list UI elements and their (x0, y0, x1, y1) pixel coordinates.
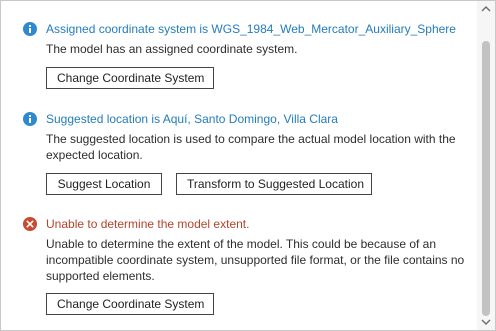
scroll-up-arrow-icon[interactable] (481, 5, 491, 13)
suggested-location-actions: Suggest Location Transform to Suggested … (46, 173, 372, 195)
coordinate-system-description: The model has an assigned coordinate sys… (46, 42, 298, 56)
validation-panel: Assigned coordinate system is WGS_1984_W… (0, 0, 496, 331)
transform-to-suggested-location-button[interactable]: Transform to Suggested Location (176, 173, 372, 195)
error-icon (23, 217, 37, 231)
scroll-down-arrow-icon[interactable] (481, 318, 491, 326)
coordinate-system-actions: Change Coordinate System (46, 67, 214, 89)
change-coordinate-system-button[interactable]: Change Coordinate System (46, 293, 214, 315)
scrollbar-thumb[interactable] (482, 41, 490, 316)
model-extent-actions: Change Coordinate System (46, 293, 214, 315)
panel-content: Assigned coordinate system is WGS_1984_W… (1, 1, 477, 330)
info-icon (23, 22, 37, 36)
model-extent-title: Unable to determine the model extent. (46, 217, 250, 231)
vertical-scrollbar[interactable] (477, 1, 495, 330)
change-coordinate-system-button[interactable]: Change Coordinate System (46, 67, 214, 89)
model-extent-description: Unable to determine the extent of the mo… (46, 237, 465, 283)
suggest-location-button[interactable]: Suggest Location (46, 173, 162, 195)
suggested-location-title: Suggested location is Aquí, Santo Doming… (46, 112, 338, 126)
info-icon (23, 112, 37, 126)
suggested-location-description: The suggested location is used to compar… (46, 132, 456, 162)
coordinate-system-title: Assigned coordinate system is WGS_1984_W… (46, 22, 456, 36)
